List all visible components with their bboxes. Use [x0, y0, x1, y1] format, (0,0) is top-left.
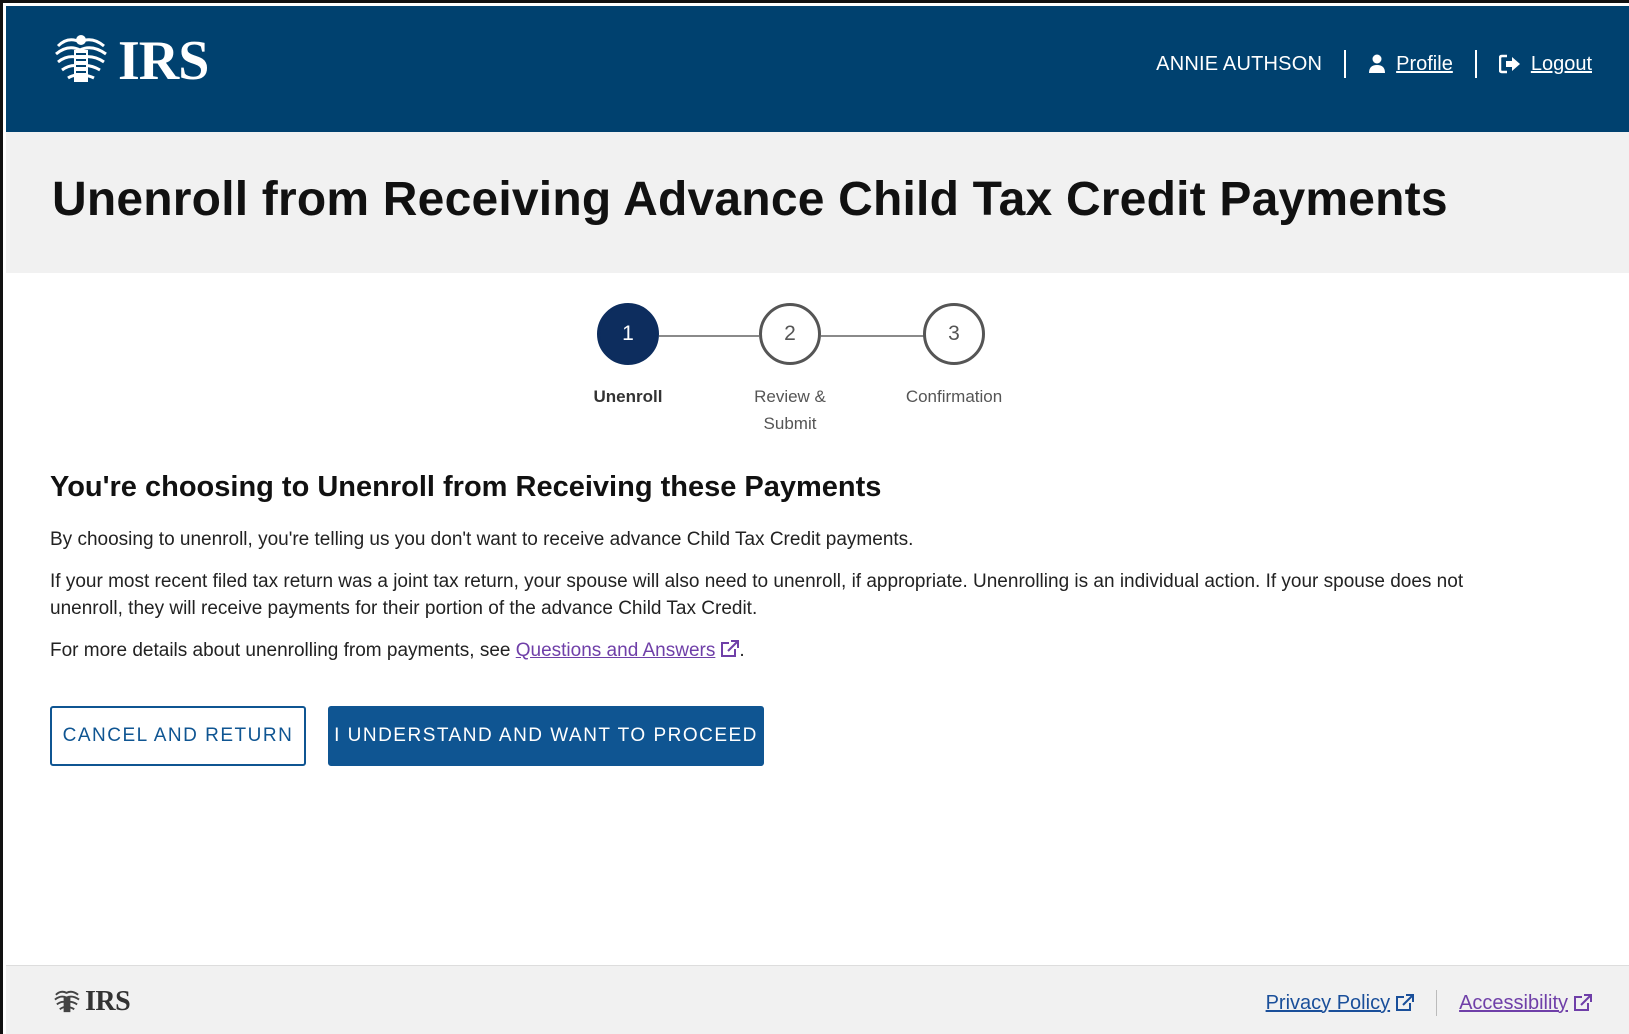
step-confirmation: 3 Confirmation — [889, 303, 1019, 410]
step-label-line: Review & — [754, 387, 826, 406]
details-paragraph: For more details about unenrolling from … — [50, 637, 1580, 664]
accessibility-link[interactable]: Accessibility — [1459, 992, 1592, 1015]
nav-divider — [1474, 50, 1477, 78]
external-link-icon — [1574, 994, 1592, 1011]
irs-eagle-icon — [54, 990, 80, 1013]
progress-stepper: 1 Unenroll 2 Review & Submit 3 Confirmat… — [3, 303, 1629, 443]
step-label: Review & Submit — [725, 383, 855, 437]
main-content: You're choosing to Unenroll from Receivi… — [50, 471, 1580, 679]
page-frame: IRS ANNIE AUTHSON Profile Logout Unenrol… — [0, 0, 1629, 1034]
questions-and-answers-link[interactable]: Questions and Answers — [516, 640, 740, 661]
joint-return-paragraph: If your most recent filed tax return was… — [50, 568, 1580, 622]
logout-link[interactable]: Logout — [1498, 52, 1592, 76]
footer-divider — [1436, 990, 1438, 1016]
paragraph-line: If your most recent filed tax return was… — [50, 571, 1464, 592]
step-label-line: Submit — [763, 414, 817, 433]
footer-links: Privacy Policy Accessibility — [1266, 990, 1592, 1016]
logo-text: IRS — [118, 30, 209, 92]
footer-logo-text: IRS — [85, 986, 131, 1017]
step-label-line: Confirmation — [905, 387, 1003, 406]
proceed-button[interactable]: I UNDERSTAND AND WANT TO PROCEED — [328, 706, 764, 766]
irs-eagle-icon — [55, 35, 107, 82]
irs-logo[interactable]: IRS — [50, 30, 209, 92]
action-buttons: CANCEL AND RETURN I UNDERSTAND AND WANT … — [50, 706, 764, 766]
nav-divider — [1344, 50, 1347, 78]
footer-irs-logo[interactable]: IRS — [52, 986, 131, 1017]
profile-link-label: Profile — [1396, 52, 1453, 75]
user-nav: ANNIE AUTHSON Profile Logout — [1156, 50, 1592, 78]
title-band: Unenroll from Receiving Advance Child Ta… — [6, 132, 1629, 273]
privacy-policy-link[interactable]: Privacy Policy — [1265, 991, 1415, 1015]
step-unenroll: 1 Unenroll — [563, 303, 693, 410]
details-suffix: . — [739, 640, 745, 661]
intro-paragraph: By choosing to unenroll, you're telling … — [50, 529, 914, 550]
step-label-line: Unenroll — [593, 387, 663, 406]
accessibility-label: Accessibility — [1459, 991, 1568, 1014]
cancel-and-return-button[interactable]: CANCEL AND RETURN — [50, 706, 306, 766]
step-number-circle: 2 — [759, 303, 821, 365]
external-link-icon — [721, 640, 740, 657]
site-header: IRS ANNIE AUTHSON Profile Logout — [6, 6, 1629, 132]
step-review-submit: 2 Review & Submit — [725, 303, 855, 437]
user-icon — [1369, 54, 1386, 73]
page-title: Unenroll from Receiving Advance Child Ta… — [52, 173, 1448, 226]
step-number-circle: 1 — [597, 303, 659, 365]
step-number-circle: 3 — [923, 303, 985, 365]
step-label: Confirmation — [889, 383, 1019, 410]
site-footer: IRS Privacy Policy Accessibility — [6, 965, 1629, 1034]
privacy-policy-label: Privacy Policy — [1265, 991, 1391, 1014]
section-title: You're choosing to Unenroll from Receivi… — [50, 471, 882, 503]
questions-and-answers-label: Questions and Answers — [515, 640, 716, 661]
step-label: Unenroll — [563, 383, 693, 410]
paragraph-line: unenroll, they will receive payments for… — [50, 598, 758, 619]
details-prefix: For more details about unenrolling from … — [50, 640, 516, 661]
sign-out-icon — [1498, 54, 1520, 74]
external-link-icon — [1396, 994, 1415, 1011]
profile-link[interactable]: Profile — [1368, 53, 1453, 76]
username-label: ANNIE AUTHSON — [1156, 52, 1323, 75]
logout-link-label: Logout — [1530, 52, 1592, 75]
